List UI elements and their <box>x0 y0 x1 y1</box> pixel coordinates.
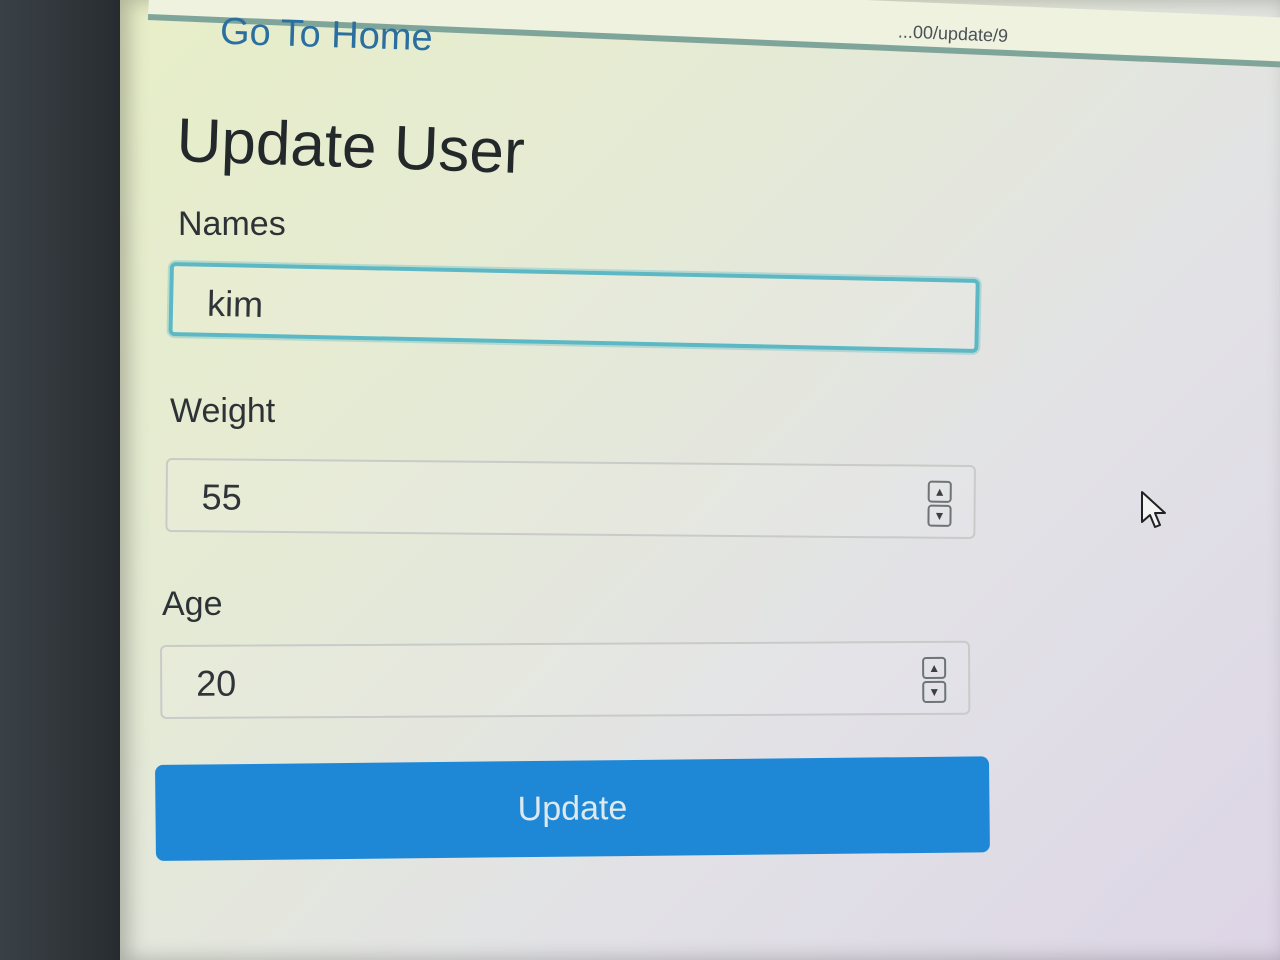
weight-label: Weight <box>170 392 276 430</box>
age-stepper[interactable]: ▲ ▼ <box>922 656 947 705</box>
names-input-value: kim <box>206 282 264 325</box>
weight-input[interactable]: 55 ▲ ▼ <box>165 458 976 540</box>
go-to-home-link[interactable]: Go To Home <box>219 11 433 61</box>
chevron-down-icon[interactable]: ▼ <box>927 504 952 527</box>
chevron-up-icon[interactable]: ▲ <box>922 656 947 680</box>
page-title: Update User <box>175 105 526 188</box>
update-button[interactable]: Update <box>155 756 990 861</box>
chevron-down-icon[interactable]: ▼ <box>922 680 947 704</box>
update-user-page: Go To Home Update User Names kim Weight … <box>150 0 1050 900</box>
names-input[interactable]: kim <box>168 262 980 353</box>
age-input[interactable]: 20 ▲ ▼ <box>160 640 971 719</box>
chevron-up-icon[interactable]: ▲ <box>927 480 952 503</box>
age-label: Age <box>162 585 223 623</box>
browser-viewport: ...00/update/9 Go To Home Update User Na… <box>120 0 1280 960</box>
age-input-value: 20 <box>196 662 237 704</box>
weight-input-value: 55 <box>201 476 242 518</box>
weight-stepper[interactable]: ▲ ▼ <box>927 480 952 529</box>
mouse-cursor-icon <box>1141 491 1166 528</box>
names-label: Names <box>178 205 286 243</box>
